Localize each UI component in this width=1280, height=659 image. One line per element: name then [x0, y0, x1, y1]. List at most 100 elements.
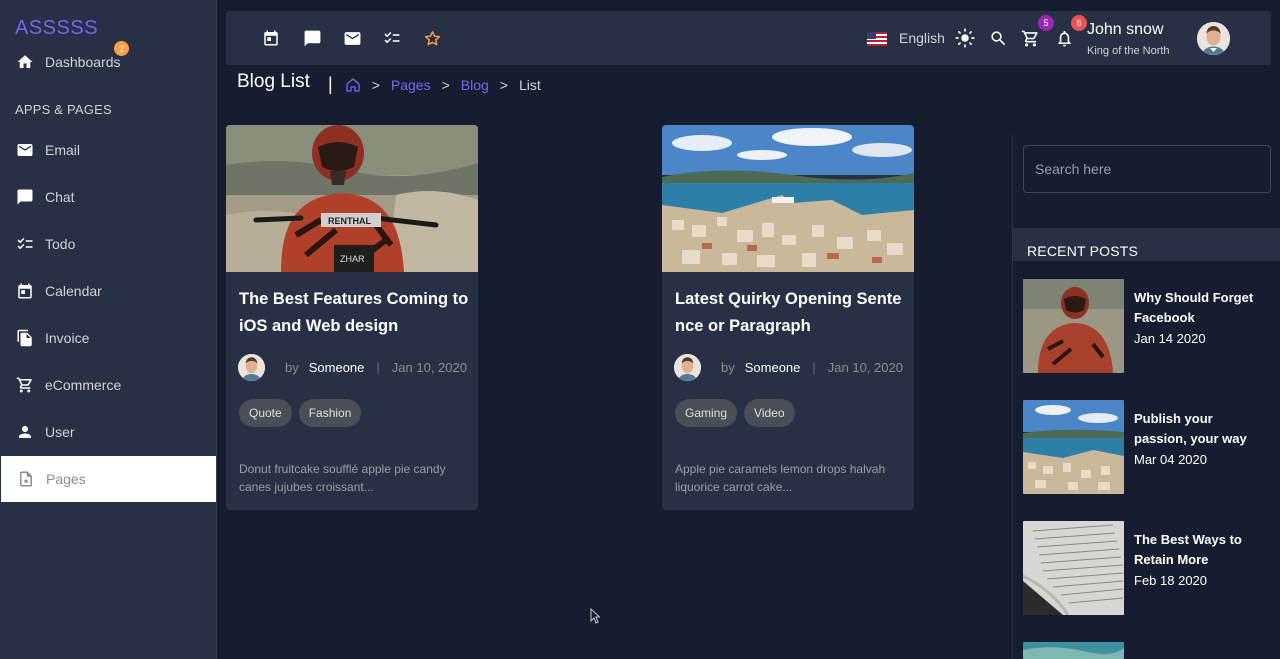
breadcrumb-blog[interactable]: Blog	[461, 77, 489, 93]
mail-icon	[16, 141, 34, 159]
chat-icon[interactable]	[302, 28, 322, 48]
calendar-icon	[16, 282, 34, 300]
language-selector[interactable]: English	[899, 30, 945, 46]
recent-post-thumbnail[interactable]	[1023, 521, 1124, 615]
breadcrumb-pages[interactable]: Pages	[391, 77, 431, 93]
by-label: by	[285, 359, 299, 375]
breadcrumb-divider: |	[328, 74, 333, 94]
user-role: King of the North	[1087, 45, 1170, 57]
sidebar-item-todo[interactable]: Todo	[0, 221, 216, 267]
tag-chip[interactable]: Fashion	[298, 399, 362, 427]
search-icon[interactable]	[988, 28, 1008, 48]
page-title: Blog List	[237, 71, 310, 92]
home-icon	[16, 53, 34, 71]
sidebar-item-user[interactable]: User	[0, 409, 216, 455]
top-navbar: English 5 6 John snow King of the North	[226, 11, 1271, 65]
notification-badge: 6	[1071, 15, 1087, 31]
bell-icon[interactable]	[1054, 28, 1074, 48]
dashboards-badge: 2	[114, 41, 129, 56]
recent-post-item[interactable]: Publish your passion, your way Mar 04 20…	[1023, 400, 1280, 495]
breadcrumb-separator: >	[441, 76, 450, 93]
blog-meta: by Someone | Jan 10, 2020	[674, 353, 909, 381]
sidebar-item-label: eCommerce	[45, 377, 122, 393]
sidebar-item-label: User	[45, 424, 75, 440]
sun-icon[interactable]	[955, 28, 975, 48]
post-date: Jan 10, 2020	[391, 359, 467, 375]
sidebar-item-calendar[interactable]: Calendar	[0, 268, 216, 314]
breadcrumb-separator: >	[371, 76, 380, 93]
blog-sidebar: Search here RECENT POSTS Why Should Forg…	[1012, 135, 1280, 659]
post-date: Jan 10, 2020	[827, 359, 903, 375]
breadcrumb-separator: >	[499, 76, 508, 93]
us-flag-icon[interactable]	[867, 32, 887, 46]
author-name[interactable]: Someone	[745, 360, 801, 375]
cart-badge: 5	[1038, 15, 1054, 31]
section-title: APPS & PAGES	[15, 102, 112, 117]
checklist-icon	[16, 235, 34, 253]
blog-card[interactable]: RENTHAL ZHAR The Best Features Coming to…	[226, 125, 478, 510]
blog-excerpt: Donut fruitcake soufflé apple pie candy …	[239, 462, 446, 494]
recent-post-title[interactable]: Publish your passion, your way	[1134, 409, 1264, 449]
sidebar-item-label: Calendar	[45, 283, 102, 299]
svg-text:ZHAR: ZHAR	[340, 254, 365, 264]
recent-post-thumbnail[interactable]	[1023, 400, 1124, 494]
user-name[interactable]: John snow	[1087, 21, 1164, 39]
sidebar-item-label: Dashboards	[45, 54, 121, 70]
sidebar: ASSSSS Dashboards 2 APPS & PAGES Email C…	[0, 0, 217, 659]
document-icon	[16, 329, 34, 347]
tag-list: Gaming Video	[675, 399, 795, 427]
recent-post-thumbnail[interactable]	[1023, 642, 1124, 659]
user-icon	[16, 423, 34, 441]
chat-icon	[16, 188, 34, 206]
sidebar-item-label: Invoice	[45, 330, 90, 346]
tag-list: Quote Fashion	[239, 399, 362, 427]
recent-post-title[interactable]: The Best Ways to Retain More	[1134, 530, 1264, 570]
avatar[interactable]	[1197, 22, 1230, 55]
recent-post-item[interactable]: Why Should Forget Facebook Jan 14 2020	[1023, 279, 1280, 374]
recent-post-item[interactable]: The Best Ways to Retain More Feb 18 2020	[1023, 521, 1280, 616]
recent-post-date: Jan 14 2020	[1134, 331, 1206, 346]
breadcrumb: | > Pages > Blog > List	[328, 74, 541, 95]
blog-image-harbor[interactable]	[662, 125, 914, 272]
meta-divider: |	[376, 359, 380, 375]
blog-image-motocross[interactable]: RENTHAL ZHAR	[226, 125, 478, 272]
breadcrumb-current: List	[518, 76, 541, 93]
cart-icon[interactable]	[1020, 28, 1040, 48]
sidebar-item-invoice[interactable]: Invoice	[0, 315, 216, 361]
author-avatar	[674, 353, 701, 381]
tag-chip[interactable]: Video	[744, 399, 795, 427]
blog-meta: by Someone | Jan 10, 2020	[238, 353, 473, 381]
calendar-icon[interactable]	[261, 28, 281, 48]
mouse-cursor	[590, 607, 601, 629]
recent-post-title[interactable]: Why Should Forget Facebook	[1134, 288, 1264, 328]
meta-divider: |	[812, 359, 816, 375]
page-star-icon	[17, 470, 35, 488]
home-icon[interactable]	[345, 77, 361, 93]
svg-text:RENTHAL: RENTHAL	[328, 216, 371, 226]
author-name[interactable]: Someone	[309, 360, 365, 375]
recent-post-item[interactable]	[1023, 642, 1280, 659]
search-input[interactable]: Search here	[1023, 145, 1271, 193]
sidebar-item-chat[interactable]: Chat	[0, 174, 216, 220]
star-icon[interactable]	[422, 28, 442, 48]
sidebar-item-pages[interactable]: Pages	[1, 456, 216, 502]
sidebar-item-email[interactable]: Email	[0, 127, 216, 173]
cart-icon	[16, 376, 34, 394]
sidebar-item-ecommerce[interactable]: eCommerce	[0, 362, 216, 408]
recent-posts-title: RECENT POSTS	[1027, 243, 1139, 259]
tag-chip[interactable]: Quote	[239, 399, 292, 427]
tag-chip[interactable]: Gaming	[675, 399, 738, 427]
blog-excerpt: Apple pie caramels lemon drops halvah li…	[675, 462, 886, 494]
blog-card[interactable]: Latest Quirky Opening Sente nce or Parag…	[662, 125, 914, 510]
recent-post-thumbnail[interactable]	[1023, 279, 1124, 373]
mail-icon[interactable]	[342, 28, 362, 48]
recent-post-date: Mar 04 2020	[1134, 452, 1207, 467]
by-label: by	[721, 359, 735, 375]
recent-post-date: Feb 18 2020	[1134, 573, 1208, 588]
sidebar-item-dashboards[interactable]: Dashboards 2	[0, 39, 216, 85]
checklist-icon[interactable]	[382, 28, 402, 48]
sidebar-item-label: Chat	[45, 189, 75, 205]
blog-title[interactable]: Latest Quirky Opening Sente nce or Parag…	[675, 286, 905, 340]
blog-title[interactable]: The Best Features Coming to iOS and Web …	[239, 286, 469, 340]
brand-logo[interactable]: ASSSSS	[15, 17, 98, 40]
